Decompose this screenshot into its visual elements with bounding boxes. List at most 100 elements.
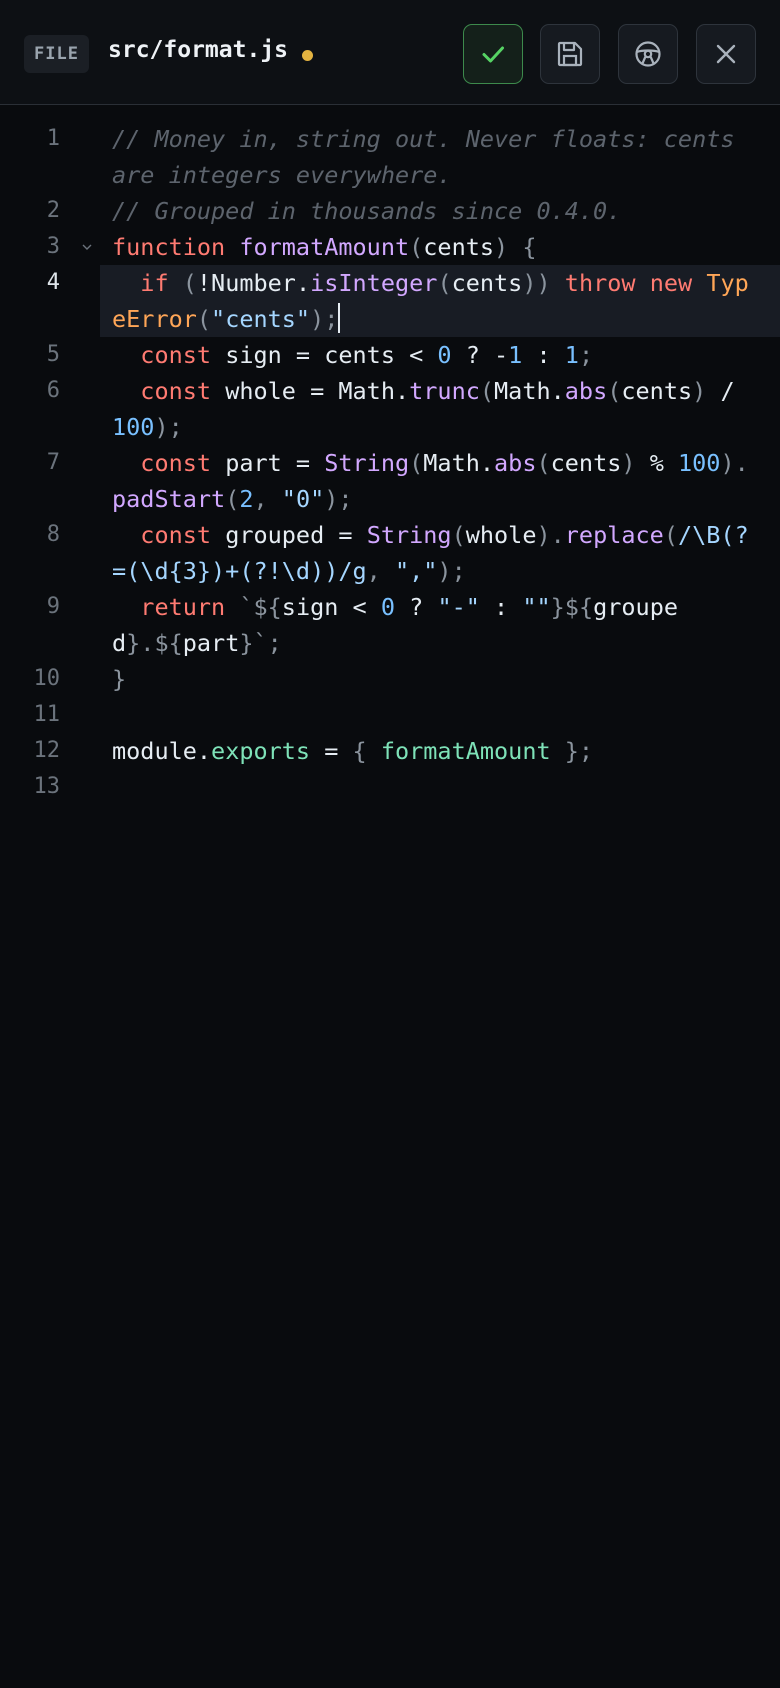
code-token: String xyxy=(366,521,452,549)
code-token: Math. xyxy=(494,377,565,405)
code-token: const xyxy=(140,521,212,549)
code-token: { xyxy=(352,737,381,765)
code-token: "cents" xyxy=(211,305,311,333)
code-line[interactable]: 11 xyxy=(0,697,780,733)
code-text: const sign = cents < 0 ? -1 : 1; xyxy=(112,337,762,373)
code-token: // Grouped in thousands since 0.4.0. xyxy=(112,197,622,225)
code-token: part xyxy=(182,629,240,657)
code-token: }.${ xyxy=(126,629,183,657)
code-token: ); xyxy=(324,485,353,513)
code-text: if (!Number.isInteger(cents)) throw new … xyxy=(112,265,762,337)
text-cursor xyxy=(338,303,341,333)
code-token: ) xyxy=(692,377,707,405)
code-token: ( xyxy=(451,521,466,549)
line-number: 13 xyxy=(33,774,61,799)
code-line[interactable]: 1 // Money in, string out. Never floats: … xyxy=(0,121,780,193)
code-line[interactable]: 12 module.exports = { formatAmount }; xyxy=(0,733,780,769)
code-token: ). xyxy=(720,449,749,477)
save-button[interactable] xyxy=(540,24,600,84)
code-token: ); xyxy=(154,413,183,441)
code-token: 0 xyxy=(380,593,395,621)
code-line[interactable]: 10} xyxy=(0,661,780,697)
code-line[interactable]: 5 const sign = cents < 0 ? -1 : 1; xyxy=(0,337,780,373)
code-text: // Grouped in thousands since 0.4.0. xyxy=(112,193,762,229)
code-token: sign = cents < xyxy=(211,341,438,369)
line-number: 11 xyxy=(33,702,61,727)
code-token: throw xyxy=(564,269,636,297)
code-token: ( xyxy=(182,269,197,297)
code-token: cents xyxy=(550,449,622,477)
code-token: ( xyxy=(663,521,678,549)
code-token: ? - xyxy=(451,341,509,369)
code-token: ( xyxy=(607,377,622,405)
close-icon xyxy=(716,44,736,64)
code-line[interactable]: 3 function formatAmount(cents) { xyxy=(0,229,780,265)
code-token: 100 xyxy=(678,449,721,477)
code-token: )) xyxy=(522,269,551,297)
code-token: String xyxy=(324,449,410,477)
code-token: // Money in, string out. Never floats: c… xyxy=(112,125,749,189)
line-number: 7 xyxy=(46,450,60,475)
code-token: cents xyxy=(451,269,523,297)
code-token: 0 xyxy=(437,341,452,369)
code-token: ). xyxy=(536,521,565,549)
code-text: } xyxy=(112,661,762,697)
line-number: 3 xyxy=(46,234,60,259)
code-token: cents xyxy=(423,233,495,261)
line-number: 1 xyxy=(46,126,60,151)
code-token: }`; xyxy=(239,629,282,657)
unsaved-indicator xyxy=(302,50,313,61)
code-line[interactable]: 7 const part = String(Math.abs(cents) % … xyxy=(0,445,780,517)
code-token: !Number. xyxy=(196,269,311,297)
code-token: abs xyxy=(494,449,537,477)
save-icon xyxy=(557,41,583,67)
code-token: "0" xyxy=(281,485,325,513)
code-token: ) { xyxy=(494,233,537,261)
code-text: const whole = Math.trunc(Math.abs(cents)… xyxy=(112,373,762,445)
code-token: const xyxy=(140,377,212,405)
code-token: = xyxy=(310,737,353,765)
code-token: / xyxy=(706,377,749,405)
code-token: new xyxy=(649,269,693,297)
code-line[interactable]: 2 // Grouped in thousands since 0.4.0. xyxy=(0,193,780,229)
apply-button[interactable] xyxy=(463,24,523,84)
close-button[interactable] xyxy=(696,24,756,84)
fold-chevron-icon[interactable] xyxy=(82,242,92,252)
code-token: Math. xyxy=(423,449,495,477)
steering-wheel-icon xyxy=(635,41,661,67)
line-number: 5 xyxy=(46,342,60,367)
code-token: ( xyxy=(437,269,452,297)
code-line[interactable]: 13 xyxy=(0,769,780,805)
code-token: padStart xyxy=(112,485,226,513)
code-token: }; xyxy=(550,737,594,765)
code-token: sign < xyxy=(281,593,381,621)
code-token: whole xyxy=(465,521,537,549)
code-token: `${ xyxy=(239,593,282,621)
file-name: src/format.js xyxy=(108,37,289,63)
code-line[interactable]: 4 if (!Number.isInteger(cents)) throw ne… xyxy=(0,265,780,337)
code-token: "" xyxy=(522,593,551,621)
code-token: 1 xyxy=(564,341,579,369)
code-text: const grouped = String(whole).replace(/\… xyxy=(112,517,762,589)
code-token: ); xyxy=(437,557,466,585)
code-token: isInteger xyxy=(310,269,438,297)
code-line[interactable]: 8 const grouped = String(whole).replace(… xyxy=(0,517,780,589)
code-token: const xyxy=(140,449,212,477)
code-token: ( xyxy=(196,305,212,333)
code-token: ( xyxy=(536,449,551,477)
code-token: formatAmount xyxy=(239,233,410,261)
code-line[interactable]: 9 return `${sign < 0 ? "-" : ""}${groupe… xyxy=(0,589,780,661)
steering-button[interactable] xyxy=(618,24,678,84)
code-token: "," xyxy=(394,557,438,585)
code-editor[interactable]: 1 // Money in, string out. Never floats: … xyxy=(0,105,780,805)
file-badge: FILE xyxy=(24,35,89,73)
editor-header: FILE src/format.js xyxy=(0,0,780,105)
code-token: ( xyxy=(409,449,424,477)
code-line[interactable]: 6 const whole = Math.trunc(Math.abs(cent… xyxy=(0,373,780,445)
code-token: whole = Math. xyxy=(211,377,410,405)
